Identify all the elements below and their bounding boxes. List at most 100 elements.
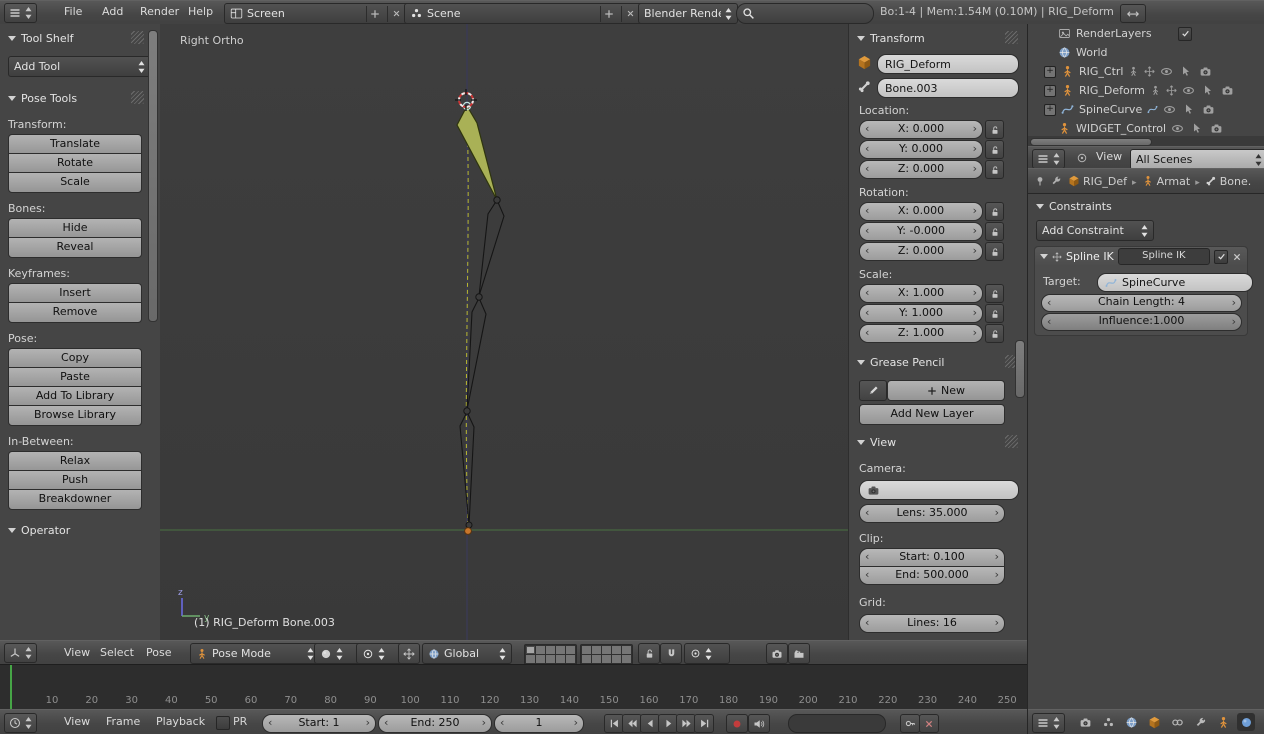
- delete-constraint-icon[interactable]: [1232, 252, 1242, 262]
- paste-pose-button[interactable]: Paste: [8, 367, 142, 387]
- add-screen-button[interactable]: [366, 5, 383, 22]
- bone-joint[interactable]: [463, 407, 471, 415]
- tab-scene[interactable]: [1099, 713, 1117, 731]
- collapse-triangle-icon[interactable]: [1036, 204, 1044, 209]
- layer-cell[interactable]: [556, 646, 565, 654]
- layer-cell[interactable]: [536, 655, 545, 663]
- outliner-item-rig-ctrl[interactable]: RIG_Ctrl: [1028, 62, 1264, 81]
- scene-name-field[interactable]: Scene: [427, 7, 596, 20]
- layer-cell[interactable]: [612, 655, 621, 663]
- add-tool-dropdown[interactable]: Add Tool: [8, 56, 151, 77]
- expand-toggle-icon[interactable]: [1044, 84, 1056, 97]
- collapse-triangle-icon[interactable]: [8, 96, 16, 101]
- snap-toggle-button[interactable]: [660, 643, 682, 664]
- layer-cell[interactable]: [622, 655, 631, 663]
- layer-cell[interactable]: [582, 655, 591, 663]
- bone-active-selected[interactable]: [456, 104, 498, 201]
- lock-rotation-z-button[interactable]: [985, 242, 1004, 261]
- lens-field[interactable]: Lens: 35.000: [859, 504, 1005, 523]
- collapse-triangle-icon[interactable]: [8, 36, 16, 41]
- tab-bone-constraints[interactable]: [1237, 713, 1255, 731]
- layer-cell[interactable]: [566, 646, 575, 654]
- outliner-hscroll-track[interactable]: [1028, 136, 1264, 146]
- cursor-select-icon[interactable]: [1183, 103, 1195, 115]
- menu-file[interactable]: File: [64, 1, 82, 23]
- view3d-menu-view[interactable]: View: [64, 641, 90, 664]
- view3d-menu-pose[interactable]: Pose: [146, 641, 171, 664]
- relax-button[interactable]: Relax: [8, 451, 142, 471]
- rotation-y-field[interactable]: Y: -0.000: [859, 222, 983, 241]
- eye-icon[interactable]: [1182, 84, 1195, 97]
- bone-2[interactable]: [478, 198, 505, 297]
- lock-scale-y-button[interactable]: [985, 304, 1004, 323]
- manipulator-toggle-button[interactable]: [398, 643, 420, 664]
- tab-modifiers[interactable]: [1191, 713, 1209, 731]
- object-name-field[interactable]: RIG_Deform: [877, 54, 1019, 74]
- lock-location-y-button[interactable]: [985, 140, 1004, 159]
- location-x-field[interactable]: X: 0.000: [859, 120, 983, 139]
- layer-cell[interactable]: [582, 646, 591, 654]
- grid-lines-field[interactable]: Lines: 16: [859, 614, 1005, 633]
- lock-scale-z-button[interactable]: [985, 324, 1004, 343]
- breadcrumb-bone[interactable]: Bone.: [1220, 175, 1252, 188]
- outliner-item-spinecurve[interactable]: SpineCurve: [1028, 100, 1264, 119]
- translate-button[interactable]: Translate: [8, 134, 142, 154]
- orientation-dropdown[interactable]: Global: [422, 643, 512, 664]
- editor-type-button-3dview[interactable]: [4, 643, 37, 663]
- target-field[interactable]: SpineCurve: [1097, 273, 1253, 292]
- play-button[interactable]: [658, 714, 678, 733]
- camera-render-icon[interactable]: [1199, 65, 1212, 78]
- outliner-item-world[interactable]: World: [1028, 43, 1264, 62]
- cursor-select-icon[interactable]: [1202, 84, 1214, 96]
- eye-icon[interactable]: [1163, 103, 1176, 116]
- add-new-layer-button[interactable]: Add New Layer: [859, 404, 1005, 425]
- layer-cell[interactable]: [556, 655, 565, 663]
- prev-keyframe-button[interactable]: [622, 714, 642, 733]
- npanel-scrollbar[interactable]: [1015, 340, 1025, 398]
- render-engine-dropdown[interactable]: Blender Render: [638, 3, 738, 24]
- lock-rotation-x-button[interactable]: [985, 202, 1004, 221]
- bone-joint[interactable]: [465, 521, 473, 529]
- delete-screen-button[interactable]: [387, 5, 404, 22]
- influence-slider[interactable]: Influence:1.000: [1041, 313, 1242, 331]
- grease-draw-button[interactable]: [859, 380, 887, 401]
- screen-name-field[interactable]: Screen: [247, 7, 362, 20]
- editor-type-button-timeline[interactable]: [4, 713, 37, 733]
- eye-icon[interactable]: [1160, 65, 1173, 78]
- layer-cell[interactable]: [592, 655, 601, 663]
- current-frame-field[interactable]: 1: [494, 714, 584, 733]
- cursor-select-icon[interactable]: [1191, 122, 1203, 134]
- layer-cell[interactable]: [592, 646, 601, 654]
- timeline-menu-view[interactable]: View: [64, 710, 90, 734]
- current-frame-line[interactable]: [10, 665, 12, 710]
- audio-sync-button[interactable]: [748, 714, 770, 733]
- opengl-render-button[interactable]: [766, 643, 788, 664]
- editor-type-button-info[interactable]: [4, 3, 37, 23]
- layer-cell[interactable]: [612, 646, 621, 654]
- window-arrows-button[interactable]: [1120, 4, 1146, 23]
- add-scene-button[interactable]: [600, 5, 617, 22]
- layer-cell[interactable]: [602, 655, 611, 663]
- grease-new-button[interactable]: New: [887, 380, 1005, 401]
- insert-keyframe-button[interactable]: [900, 714, 920, 733]
- frame-end-field[interactable]: End: 250: [378, 714, 492, 733]
- add-to-library-button[interactable]: Add To Library: [8, 386, 142, 406]
- layer-cell[interactable]: [546, 646, 555, 654]
- lock-location-x-button[interactable]: [985, 120, 1004, 139]
- collapse-triangle-icon[interactable]: [857, 440, 865, 445]
- layer-cell[interactable]: [602, 646, 611, 654]
- hide-button[interactable]: Hide: [8, 218, 142, 238]
- scale-button[interactable]: Scale: [8, 172, 142, 193]
- camera-render-icon[interactable]: [1210, 122, 1223, 135]
- armature-root-point[interactable]: [464, 527, 472, 535]
- delete-keyframe-button[interactable]: [919, 714, 939, 733]
- location-y-field[interactable]: Y: 0.000: [859, 140, 983, 159]
- panel-grip[interactable]: [131, 91, 144, 104]
- scale-x-field[interactable]: X: 1.000: [859, 284, 983, 303]
- wrench-icon[interactable]: [1050, 175, 1062, 187]
- collapse-triangle-icon[interactable]: [8, 528, 16, 533]
- tab-data[interactable]: [1214, 713, 1232, 731]
- search-field[interactable]: [736, 3, 874, 24]
- panel-grip[interactable]: [131, 31, 144, 44]
- breadcrumb-data[interactable]: Armat: [1157, 175, 1191, 188]
